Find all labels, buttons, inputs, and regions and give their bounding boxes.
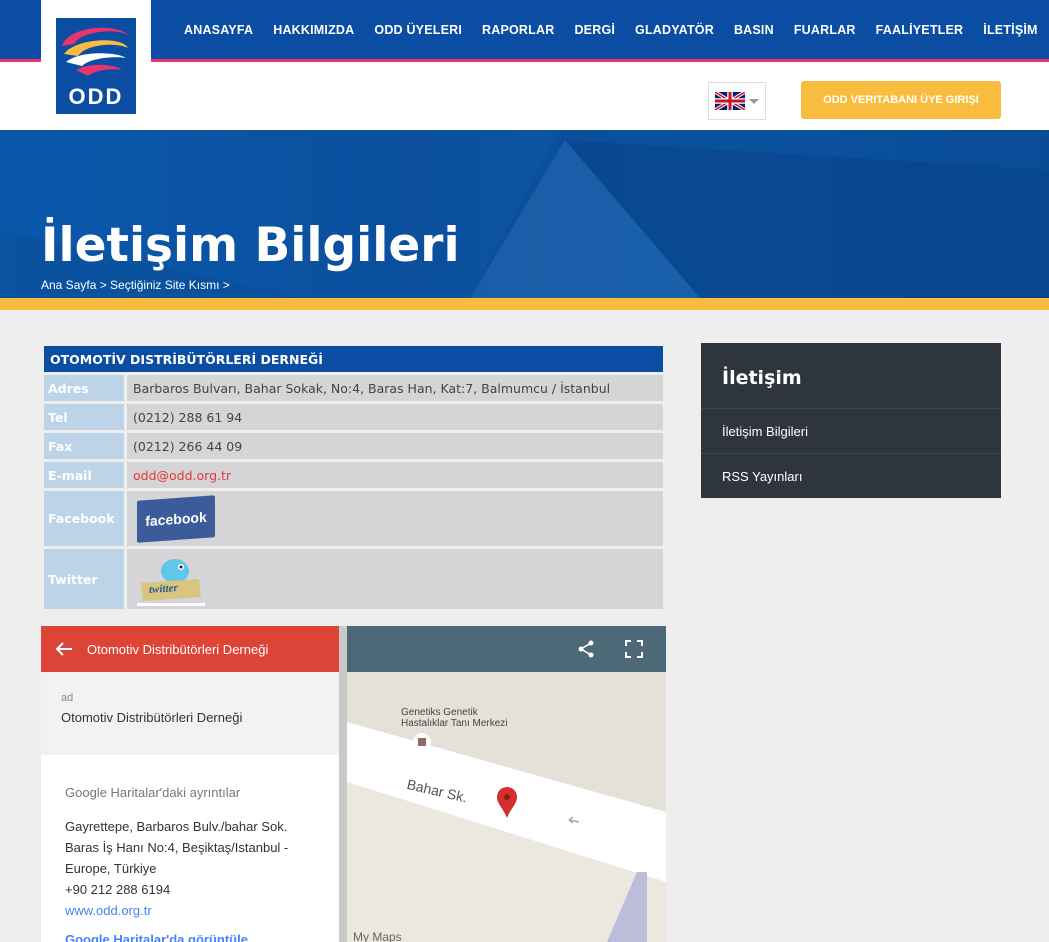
nav-raporlar[interactable]: RAPORLAR <box>482 23 554 37</box>
sidebar-item-iletisim-bilgileri[interactable]: İletişim Bilgileri <box>701 409 1001 454</box>
facebook-icon[interactable]: facebook <box>137 494 215 543</box>
main-nav: ANASAYFA HAKKIMIZDA ODD ÜYELERI RAPORLAR… <box>184 0 1038 59</box>
map-name-section: ad Otomotiv Distribütörleri Derneği <box>41 672 339 755</box>
poi-label: Genetiks Genetik <box>401 707 478 718</box>
table-row: Fax (0212) 266 44 09 <box>44 433 663 459</box>
contact-table: OTOMOTİV DISTRİBÜTÖRLERİ DERNEĞİ Adres B… <box>41 343 666 612</box>
row-label: Facebook <box>44 491 124 546</box>
page-title: İletişim Bilgileri <box>41 218 460 273</box>
row-label: E-mail <box>44 462 124 488</box>
map-address-line: Europe, Türkiye <box>65 861 157 876</box>
facebook-cell: facebook <box>127 491 663 546</box>
logo-mark: ODD <box>56 18 136 114</box>
map-address-line: Baras İş Hanı No:4, Beşiktaş/Istanbul - <box>65 840 289 855</box>
email-cell: odd@odd.org.tr <box>127 462 663 488</box>
back-arrow-icon[interactable] <box>55 642 73 656</box>
logo-text: ODD <box>68 84 124 109</box>
table-row: E-mail odd@odd.org.tr <box>44 462 663 488</box>
twitter-icon[interactable]: twitter <box>135 553 205 607</box>
twitter-logo-text: twitter <box>148 581 179 596</box>
member-login-button[interactable]: ODD VERITABANI ÜYE GIRIŞI <box>801 81 1001 119</box>
map-details: Google Haritalar'daki ayrıntılar Gayrett… <box>41 755 339 942</box>
nav-anasayfa[interactable]: ANASAYFA <box>184 23 253 37</box>
nav-hakkimizda[interactable]: HAKKIMIZDA <box>273 23 354 37</box>
map-info-panel: ad Otomotiv Distribütörleri Derneği Goog… <box>41 672 339 942</box>
hero-yellow-stripe <box>0 298 1049 310</box>
map-field-value: Otomotiv Distribütörleri Derneği <box>61 710 243 725</box>
map-place-title: Otomotiv Distribütörleri Derneği <box>87 641 269 657</box>
row-label: Twitter <box>44 549 124 609</box>
map-phone: +90 212 288 6194 <box>65 882 171 897</box>
table-row: Facebook facebook <box>44 491 663 546</box>
email-link[interactable]: odd@odd.org.tr <box>133 468 231 483</box>
nav-dergi[interactable]: DERGİ <box>574 23 615 37</box>
twitter-bird-graphic <box>137 558 205 606</box>
row-label: Fax <box>44 433 124 459</box>
map-toolbar <box>347 626 666 672</box>
poi-label: Hastalıklar Tanı Merkezi <box>401 718 508 729</box>
map-watermark: My Maps <box>353 930 402 942</box>
sidebar-title: İletişim <box>701 343 1001 409</box>
table-row: Twitter twitter <box>44 549 663 609</box>
map-address-line: Gayrettepe, Barbaros Bulv./bahar Sok. <box>65 819 288 834</box>
map-canvas[interactable]: Genetiks Genetik Hastalıklar Tanı Merkez… <box>347 672 666 942</box>
map-place-header: Otomotiv Distribütörleri Derneği <box>41 626 339 672</box>
chevron-down-icon <box>749 98 759 104</box>
nav-gladyator[interactable]: GLADYATÖR <box>635 23 714 37</box>
phone-value: (0212) 288 61 94 <box>127 404 663 430</box>
nav-iletisim[interactable]: İLETİŞİM <box>983 23 1037 37</box>
nav-odd-uyeleri[interactable]: ODD ÜYELERI <box>374 23 462 37</box>
map-website-link[interactable]: www.odd.org.tr <box>65 900 315 921</box>
fullscreen-icon[interactable] <box>625 640 643 658</box>
map-details-heading: Google Haritalar'daki ayrıntılar <box>65 785 241 800</box>
hero-banner: İletişim Bilgileri Ana Sayfa > Seçtiğini… <box>0 130 1049 298</box>
breadcrumb[interactable]: Ana Sayfa > Seçtiğiniz Site Kısmı > <box>41 278 230 292</box>
embedded-map[interactable]: Otomotiv Distribütörleri Derneği ad Otom… <box>41 626 666 942</box>
table-row: Adres Barbaros Bulvarı, Bahar Sokak, No:… <box>44 375 663 401</box>
map-roads <box>347 672 666 942</box>
logo-swirl-icon <box>62 27 130 76</box>
odd-logo[interactable]: ODD <box>41 0 151 129</box>
language-selector[interactable] <box>708 82 766 120</box>
sidebar: İletişim İletişim Bilgileri RSS Yayınlar… <box>701 343 1001 498</box>
map-field-key: ad <box>61 692 74 704</box>
table-row: Tel (0212) 288 61 94 <box>44 404 663 430</box>
uk-flag-icon <box>715 92 745 110</box>
address-value: Barbaros Bulvarı, Bahar Sokak, No:4, Bar… <box>127 375 663 401</box>
row-label: Tel <box>44 404 124 430</box>
nav-fuarlar[interactable]: FUARLAR <box>794 23 856 37</box>
share-icon[interactable] <box>577 640 595 658</box>
nav-faaliyetler[interactable]: FAALİYETLER <box>876 23 964 37</box>
fax-value: (0212) 266 44 09 <box>127 433 663 459</box>
map-view-link[interactable]: Google Haritalar'da görüntüle <box>65 929 315 942</box>
row-label: Adres <box>44 375 124 401</box>
twitter-cell: twitter <box>127 549 663 609</box>
map-panel-scrollbar[interactable] <box>339 626 347 942</box>
sidebar-item-rss[interactable]: RSS Yayınları <box>701 454 1001 499</box>
contact-table-heading: OTOMOTİV DISTRİBÜTÖRLERİ DERNEĞİ <box>44 346 663 372</box>
nav-basin[interactable]: BASIN <box>734 23 774 37</box>
